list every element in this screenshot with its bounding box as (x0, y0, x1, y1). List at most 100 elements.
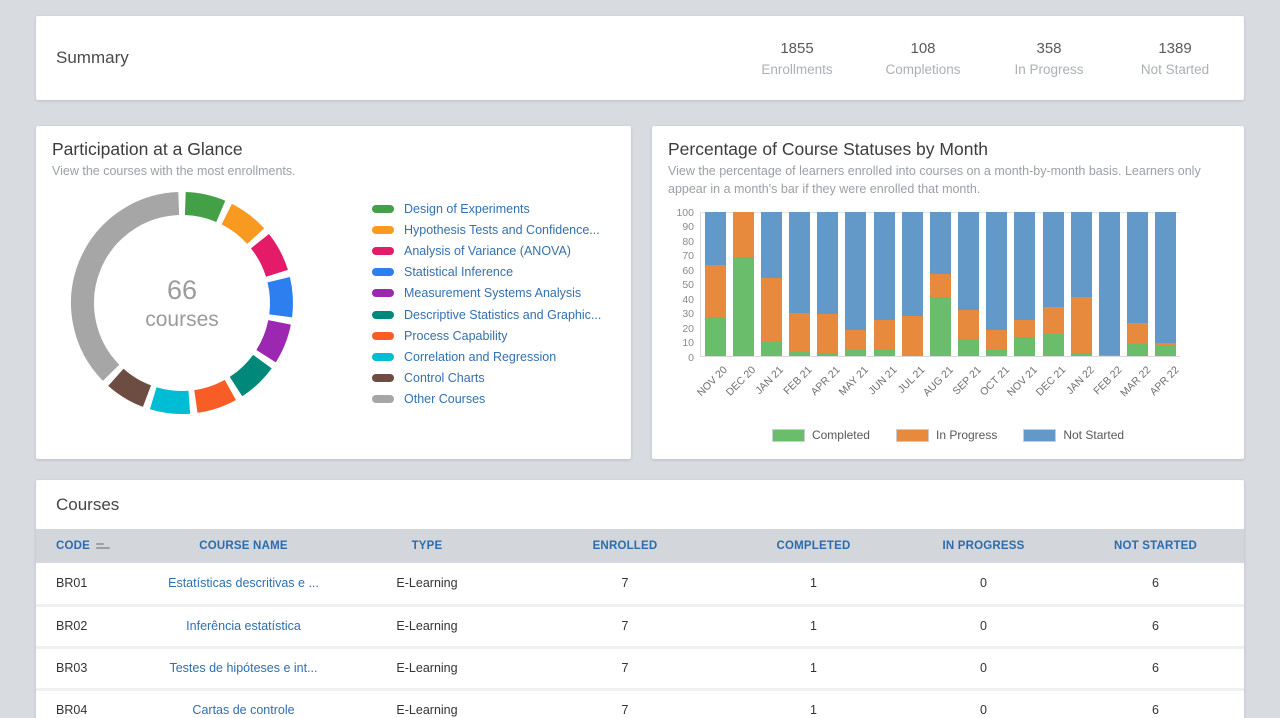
courses-title: Courses (36, 480, 1244, 529)
column-header-completed[interactable]: COMPLETED (727, 529, 900, 563)
table-cell-completed: 1 (727, 605, 900, 647)
bar-mar-22[interactable] (1127, 212, 1148, 356)
x-label-slot: FEB 21 (785, 357, 813, 409)
donut-center-text: 66 courses (67, 188, 297, 418)
table-header-row: CODE COURSE NAMETYPEENROLLED COMPLETED IN P… (36, 529, 1244, 563)
legend-swatch-icon (772, 429, 805, 442)
bar-legend-item-in-progress[interactable]: In Progress (896, 428, 997, 442)
y-axis: 0102030405060708090100 (658, 212, 700, 357)
bar-segment-completed (733, 257, 754, 356)
donut-legend-item-3[interactable]: Statistical Inference (372, 262, 601, 283)
donut-legend-item-4[interactable]: Measurement Systems Analysis (372, 283, 601, 304)
bar-segment-not-started (1014, 212, 1035, 320)
table-row: BR01Estatísticas descritivas e ...E-Lear… (36, 563, 1244, 605)
column-header-in-progress[interactable]: IN PROGRESS (900, 529, 1067, 563)
legend-label: Hypothesis Tests and Confidence... (404, 223, 600, 237)
course-name-link[interactable]: Inferência estatística (156, 605, 331, 647)
x-tick-label: MAR 22 (1118, 364, 1153, 399)
legend-swatch-icon (372, 247, 394, 255)
donut-legend-item-6[interactable]: Process Capability (372, 325, 601, 346)
participation-card: Participation at a Glance View the cours… (36, 126, 631, 459)
bar-segment-in-progress (733, 212, 754, 257)
column-header-label: CODE (56, 540, 90, 552)
column-header-type[interactable]: TYPE (331, 529, 523, 563)
donut-legend-item-2[interactable]: Analysis of Variance (ANOVA) (372, 240, 601, 261)
bar-sep-21[interactable] (958, 212, 979, 356)
bar-jan-22[interactable] (1071, 212, 1092, 356)
y-tick-label: 90 (664, 221, 694, 233)
bar-segment-in-progress (930, 274, 951, 297)
bar-jun-21[interactable] (874, 212, 895, 356)
column-header-course-name[interactable]: COURSE NAME (156, 529, 331, 563)
column-header-label: COMPLETED (777, 540, 851, 552)
donut-legend-item-9[interactable]: Other Courses (372, 389, 601, 410)
table-cell-in-progress: 0 (900, 605, 1067, 647)
bar-legend-item-completed[interactable]: Completed (772, 428, 870, 442)
stat-label: Completions (860, 62, 986, 77)
table-cell-in-progress: 0 (900, 689, 1067, 718)
legend-label: Design of Experiments (404, 202, 530, 216)
summary-title: Summary (56, 48, 129, 68)
y-tick-label: 30 (664, 308, 694, 320)
legend-swatch-icon (372, 374, 394, 382)
donut-legend-item-5[interactable]: Descriptive Statistics and Graphic... (372, 304, 601, 325)
bar-dec-21[interactable] (1043, 212, 1064, 356)
table-cell-code: BR02 (36, 605, 156, 647)
bar-jan-21[interactable] (761, 212, 782, 356)
y-tick-label: 60 (664, 265, 694, 277)
x-label-slot: MAY 21 (841, 357, 869, 409)
table-cell-code: BR03 (36, 647, 156, 689)
participation-donut: 66 courses (67, 188, 297, 418)
column-header-enrolled[interactable]: ENROLLED (523, 529, 727, 563)
donut-center-label: courses (145, 307, 219, 332)
table-cell-enrolled: 7 (523, 563, 727, 605)
bar-dec-20[interactable] (733, 212, 754, 356)
donut-legend-item-8[interactable]: Control Charts (372, 368, 601, 389)
x-label-slot: APR 22 (1152, 357, 1180, 409)
bar-segment-in-progress (986, 330, 1007, 350)
donut-legend-item-1[interactable]: Hypothesis Tests and Confidence... (372, 219, 601, 240)
donut-legend-item-0[interactable]: Design of Experiments (372, 198, 601, 219)
bar-jul-21[interactable] (902, 212, 923, 356)
x-tick-label: SEP 21 (950, 364, 984, 398)
bar-segment-completed (986, 350, 1007, 356)
course-name-link[interactable]: Cartas de controle (156, 689, 331, 718)
y-tick-label: 70 (664, 250, 694, 262)
x-label-slot: JUN 21 (870, 357, 898, 409)
bar-segment-in-progress (958, 310, 979, 339)
bar-legend-item-not-started[interactable]: Not Started (1023, 428, 1124, 442)
stat-in-progress: 358 In Progress (986, 40, 1112, 77)
bar-may-21[interactable] (845, 212, 866, 356)
donut-legend-item-7[interactable]: Correlation and Regression (372, 346, 601, 367)
statuses-subtitle: View the percentage of learners enrolled… (652, 162, 1226, 198)
bar-segment-in-progress (817, 314, 838, 353)
column-header-code[interactable]: CODE (36, 529, 156, 563)
bar-aug-21[interactable] (930, 212, 951, 356)
bar-apr-21[interactable] (817, 212, 838, 356)
bar-segment-in-progress (1127, 323, 1148, 345)
course-name-link[interactable]: Estatísticas descritivas e ... (156, 563, 331, 605)
legend-swatch-icon (372, 289, 394, 297)
x-label-slot: SEP 21 (954, 357, 982, 409)
legend-label: Correlation and Regression (404, 350, 556, 364)
bar-oct-21[interactable] (986, 212, 1007, 356)
legend-swatch-icon (1023, 429, 1056, 442)
participation-legend: Design of Experiments Hypothesis Tests an… (372, 198, 601, 410)
stat-value: 358 (986, 40, 1112, 57)
bar-nov-20[interactable] (705, 212, 726, 356)
course-name-link[interactable]: Testes de hipóteses e int... (156, 647, 331, 689)
sort-icon[interactable] (96, 543, 110, 549)
stat-value: 108 (860, 40, 986, 57)
bar-feb-21[interactable] (789, 212, 810, 356)
x-label-slot: FEB 22 (1095, 357, 1123, 409)
participation-subtitle: View the courses with the most enrollmen… (36, 162, 631, 180)
bar-feb-22[interactable] (1099, 212, 1120, 356)
bar-nov-21[interactable] (1014, 212, 1035, 356)
x-tick-label: JAN 21 (753, 364, 786, 397)
stat-label: Not Started (1112, 62, 1238, 77)
bar-segment-not-started (705, 212, 726, 265)
bar-segment-completed (1071, 353, 1092, 356)
bar-apr-22[interactable] (1155, 212, 1176, 356)
bar-segment-in-progress (761, 278, 782, 341)
column-header-not-started[interactable]: NOT STARTED (1067, 529, 1244, 563)
